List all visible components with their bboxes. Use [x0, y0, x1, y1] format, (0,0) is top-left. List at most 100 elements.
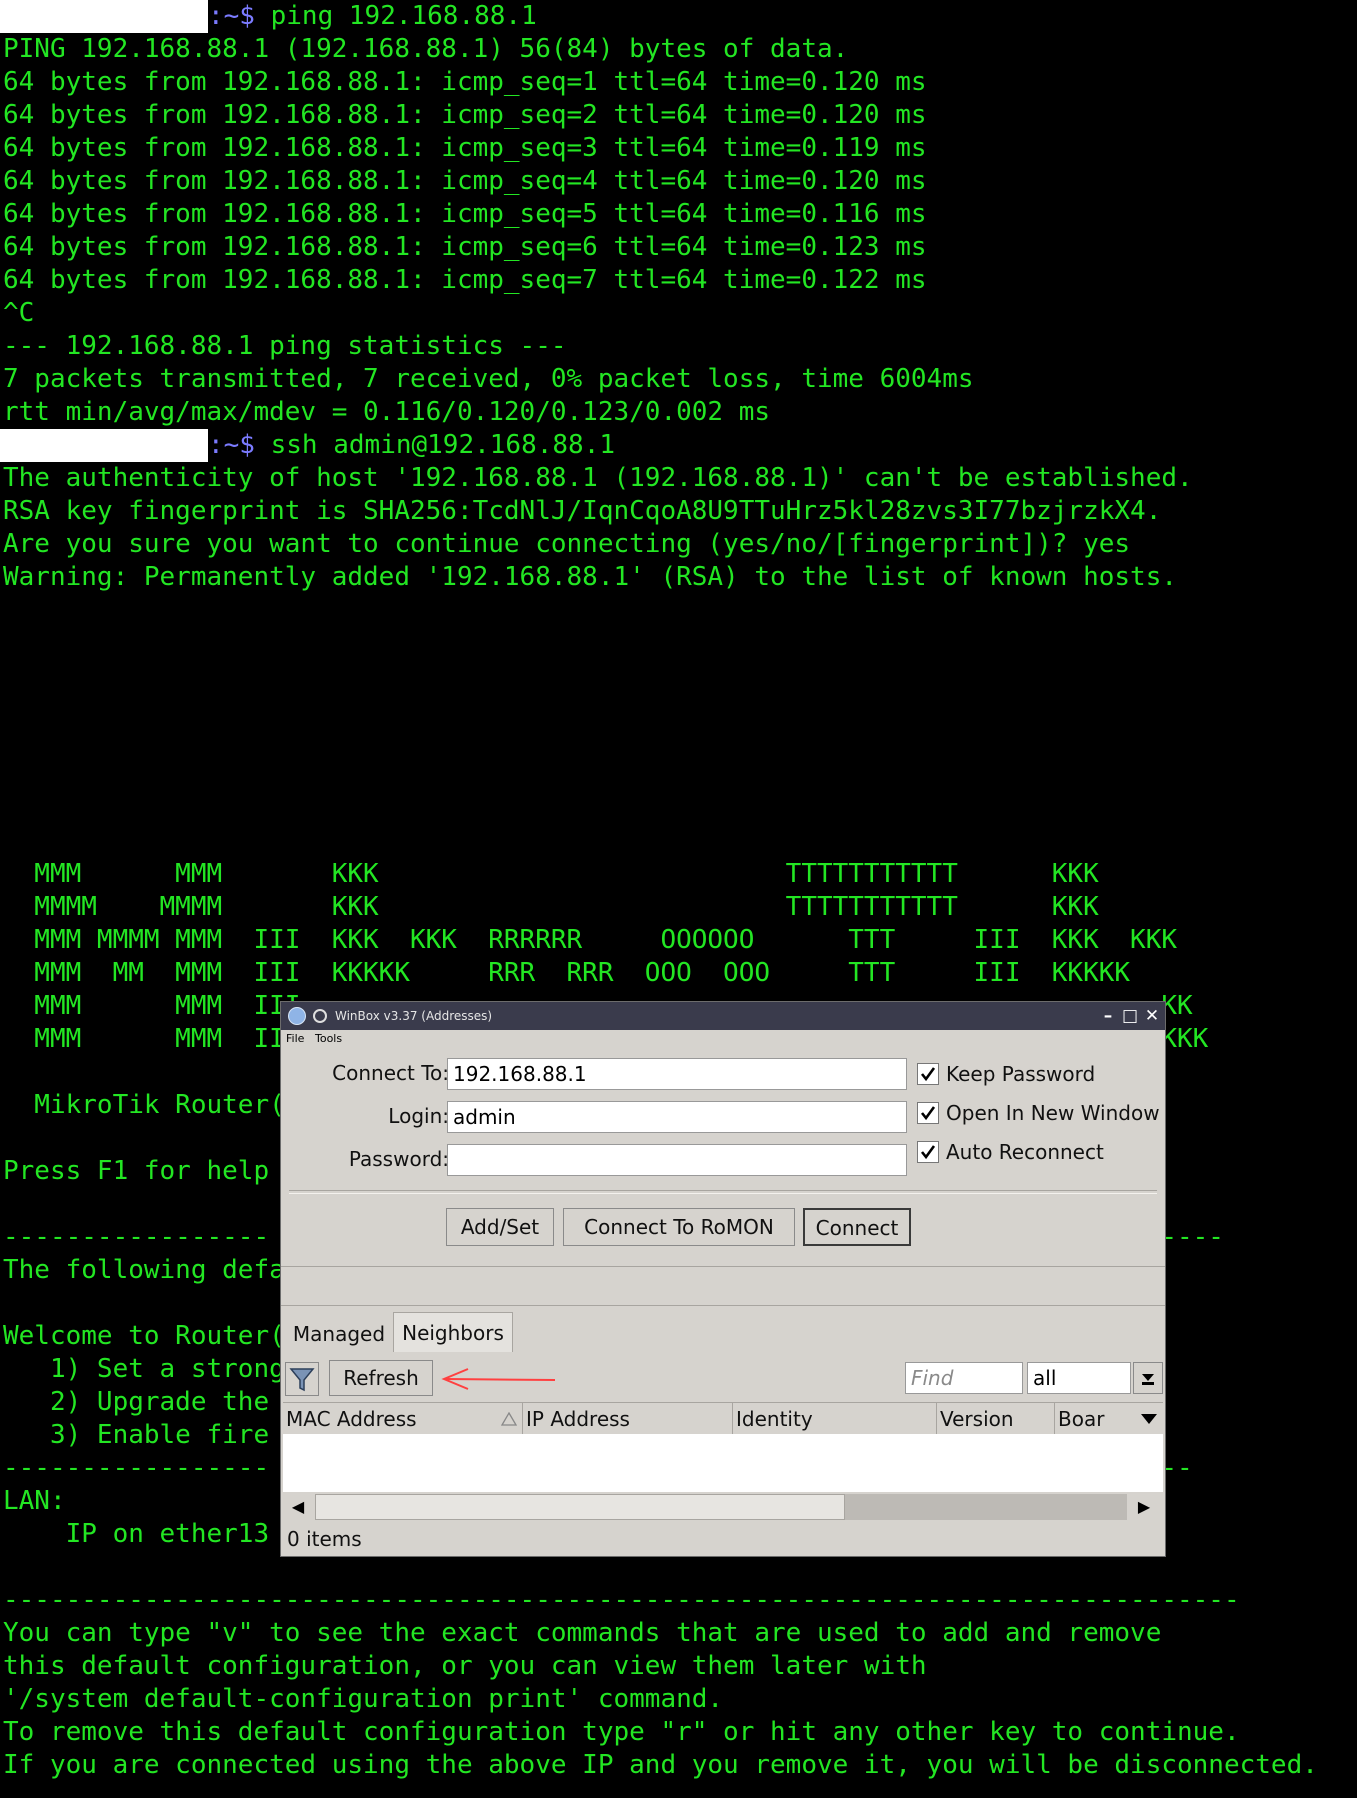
column-mac-address[interactable]: MAC Address — [283, 1403, 523, 1435]
dropdown-arrow-icon — [1142, 1374, 1154, 1385]
terminal-line: ----------------------------------------… — [3, 1585, 1240, 1615]
refresh-button[interactable]: Refresh — [329, 1360, 433, 1396]
window-title: WinBox v3.37 (Addresses) — [335, 1009, 493, 1023]
add-set-button[interactable]: Add/Set — [446, 1208, 554, 1246]
checkmark-icon — [920, 1067, 936, 1082]
title-bar[interactable]: WinBox v3.37 (Addresses) – □ ✕ — [281, 1002, 1165, 1030]
scroll-track[interactable] — [315, 1494, 1127, 1520]
shell-prompt: :~$ — [208, 430, 255, 460]
terminal-line: 64 bytes from 192.168.88.1: icmp_seq=3 t… — [3, 133, 927, 163]
terminal-line: Welcome to Router( — [3, 1321, 285, 1351]
terminal-line: You can type "v" to see the exact comman… — [3, 1618, 1162, 1648]
terminal-line: MMM MM MMM III KKKKK RRR RRR OOO OOO TTT… — [3, 958, 1131, 988]
terminal-line: 1) Set a strong — [3, 1354, 285, 1384]
terminal-line: IP on ether13 — [3, 1519, 270, 1549]
terminal-line: :~$ ping 192.168.88.1 — [0, 0, 537, 33]
auto-reconnect-label: Auto Reconnect — [946, 1140, 1104, 1164]
terminal-line: 64 bytes from 192.168.88.1: icmp_seq=4 t… — [3, 166, 927, 196]
terminal-line: LAN: — [3, 1486, 66, 1516]
horizontal-scrollbar[interactable]: ◀ ▶ — [283, 1492, 1163, 1522]
terminal-line: MikroTik Router( — [3, 1090, 285, 1120]
tab-neighbors[interactable]: Neighbors — [393, 1312, 513, 1352]
terminal-line: :~$ ssh admin@192.168.88.1 — [0, 429, 615, 462]
terminal-line: 64 bytes from 192.168.88.1: icmp_seq=2 t… — [3, 100, 927, 130]
password-input[interactable] — [447, 1144, 907, 1176]
maximize-icon[interactable]: □ — [1119, 1004, 1141, 1028]
items-count: 0 items — [287, 1527, 362, 1551]
menu-file[interactable]: File — [286, 1030, 304, 1048]
divider — [289, 1190, 1157, 1194]
terminal-line: Warning: Permanently added '192.168.88.1… — [3, 562, 1177, 592]
scroll-thumb[interactable] — [315, 1494, 845, 1520]
checkmark-icon — [920, 1145, 936, 1160]
filter-select[interactable]: all — [1027, 1362, 1131, 1394]
winbox-window[interactable]: WinBox v3.37 (Addresses) – □ ✕ File Tool… — [280, 1001, 1166, 1557]
annotation-arrow-icon — [441, 1368, 556, 1390]
terminal-line: 7 packets transmitted, 7 received, 0% pa… — [3, 364, 974, 394]
terminal-line: 64 bytes from 192.168.88.1: icmp_seq=1 t… — [3, 67, 927, 97]
redacted-hostname — [0, 429, 208, 462]
password-label: Password: — [348, 1147, 449, 1171]
filter-icon — [289, 1368, 315, 1392]
terminal-line: PING 192.168.88.1 (192.168.88.1) 56(84) … — [3, 34, 849, 64]
terminal-line: Are you sure you want to continue connec… — [3, 529, 1131, 559]
auto-reconnect-checkbox[interactable] — [917, 1141, 939, 1163]
terminal-line: 64 bytes from 192.168.88.1: icmp_seq=5 t… — [3, 199, 927, 229]
table-header: MAC Address IP Address Identity Version … — [283, 1402, 1163, 1436]
checkmark-icon — [920, 1106, 936, 1121]
scroll-track-rest — [845, 1494, 1127, 1520]
shell-command: ssh admin@192.168.88.1 — [254, 430, 615, 460]
terminal-line: The authenticity of host '192.168.88.1 (… — [3, 463, 1193, 493]
neighbors-table-body[interactable] — [283, 1434, 1163, 1493]
column-identity[interactable]: Identity — [733, 1403, 937, 1435]
terminal-line: The following defa — [3, 1255, 285, 1285]
connect-to-input[interactable]: 192.168.88.1 — [447, 1058, 907, 1090]
terminal-line: Press F1 for help — [3, 1156, 270, 1186]
refresh-window-icon[interactable] — [313, 1009, 327, 1023]
terminal-line: RSA key fingerprint is SHA256:TcdNlJ/Iqn… — [3, 496, 1162, 526]
column-mac-label: MAC Address — [286, 1407, 417, 1431]
redacted-hostname — [0, 0, 208, 33]
terminal-line: 2) Upgrade the — [3, 1387, 270, 1417]
login-label: Login: — [388, 1104, 449, 1128]
find-placeholder: Find — [911, 1366, 954, 1390]
close-icon[interactable]: ✕ — [1141, 1004, 1163, 1028]
column-version[interactable]: Version — [937, 1403, 1055, 1435]
status-strip — [281, 1266, 1165, 1306]
open-new-window-checkbox[interactable] — [917, 1102, 939, 1124]
open-new-window-label: Open In New Window — [946, 1101, 1160, 1125]
column-ip-address[interactable]: IP Address — [523, 1403, 733, 1435]
tab-managed[interactable]: Managed — [285, 1314, 393, 1354]
terminal-line: '/system default-configuration print' co… — [3, 1684, 724, 1714]
terminal-line: ^C — [3, 298, 35, 328]
sort-ascending-icon — [501, 1412, 517, 1426]
terminal-line: MMM MMM KKK TTTTTTTTTTT KKK — [3, 859, 1099, 889]
terminal-line: To remove this default configuration typ… — [3, 1717, 1240, 1747]
filter-dropdown-button[interactable] — [1133, 1362, 1163, 1394]
menu-tools[interactable]: Tools — [315, 1030, 342, 1048]
terminal-line: rtt min/avg/max/mdev = 0.116/0.120/0.123… — [3, 397, 771, 427]
winbox-logo-icon — [288, 1007, 306, 1025]
column-board[interactable]: Boar — [1055, 1403, 1135, 1435]
shell-command: ping 192.168.88.1 — [254, 1, 537, 31]
keep-password-checkbox[interactable] — [917, 1063, 939, 1085]
terminal-line: MMMM MMMM KKK TTTTTTTTTTT KKK — [3, 892, 1099, 922]
terminal-line: If you are connected using the above IP … — [3, 1750, 1318, 1780]
terminal-line: 64 bytes from 192.168.88.1: icmp_seq=7 t… — [3, 265, 927, 295]
minimize-icon[interactable]: – — [1097, 1004, 1119, 1028]
keep-password-label: Keep Password — [946, 1062, 1096, 1086]
terminal-line: --- 192.168.88.1 ping statistics --- — [3, 331, 567, 361]
find-input[interactable]: Find — [905, 1362, 1023, 1394]
connect-button[interactable]: Connect — [803, 1208, 911, 1246]
connect-to-label: Connect To: — [332, 1061, 449, 1085]
columns-dropdown-icon[interactable] — [1139, 1412, 1159, 1426]
terminal-line: MMM MMMM MMM III KKK KKK RRRRRR OOOOOO T… — [3, 925, 1177, 955]
scroll-right-icon[interactable]: ▶ — [1129, 1492, 1159, 1522]
login-input[interactable]: admin — [447, 1101, 907, 1133]
filter-button[interactable] — [285, 1362, 319, 1396]
terminal-line: 64 bytes from 192.168.88.1: icmp_seq=6 t… — [3, 232, 927, 262]
scroll-left-icon[interactable]: ◀ — [283, 1492, 313, 1522]
menu-bar: File Tools — [281, 1030, 1165, 1048]
connect-romon-button[interactable]: Connect To RoMON — [563, 1208, 795, 1246]
terminal-line: this default configuration, or you can v… — [3, 1651, 927, 1681]
